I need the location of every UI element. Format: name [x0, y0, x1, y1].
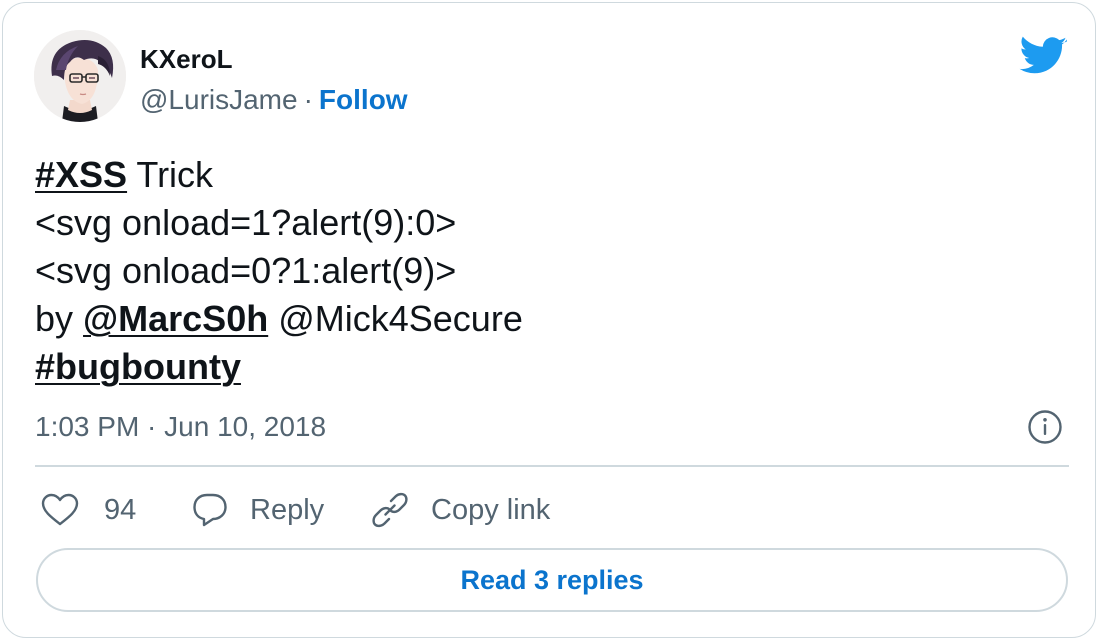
mention-text[interactable]: @Mick4Secure	[278, 298, 523, 339]
tweet-line: #bugbounty	[35, 343, 1055, 391]
tweet-line: <svg onload=0?1:alert(9)>	[35, 250, 457, 291]
follow-button[interactable]: Follow	[319, 84, 408, 115]
reply-label: Reply	[250, 493, 325, 526]
divider	[35, 465, 1069, 467]
tweet-text-segment: by	[35, 298, 84, 339]
hashtag-link[interactable]: #XSS	[35, 154, 127, 195]
avatar-image	[34, 30, 126, 122]
like-button[interactable]: 94	[41, 489, 136, 531]
author-handle[interactable]: @LurisJame	[140, 84, 298, 115]
tweet-text: #XSS Trick <svg onload=1?alert(9):0> <sv…	[35, 151, 1055, 391]
twitter-bird-icon[interactable]	[1019, 35, 1067, 75]
like-count: 94	[104, 493, 137, 526]
tweet-card: KXeroL @LurisJame · Follow #XSS Trick <svg…	[2, 2, 1096, 638]
tweet-line: <svg onload=1?alert(9):0>	[35, 202, 457, 243]
avatar[interactable]	[34, 30, 126, 122]
handle-separator: ·	[303, 84, 313, 115]
read-replies-button[interactable]: Read 3 replies	[36, 548, 1068, 612]
tweet-line: by @MarcS0h @Mick4Secure	[35, 295, 1055, 343]
tweet-text-segment: Trick	[127, 154, 214, 195]
copy-link-label: Copy link	[431, 493, 551, 526]
author-handle-line: @LurisJame · Follow	[140, 83, 408, 117]
tweet-timestamp[interactable]: 1:03 PM · Jun 10, 2018	[35, 409, 326, 445]
copy-link-button[interactable]: Copy link	[371, 489, 550, 531]
heart-icon	[41, 493, 79, 526]
speech-bubble-icon	[193, 493, 227, 527]
reply-button[interactable]: Reply	[192, 489, 324, 531]
mention-link[interactable]: @MarcS0h	[83, 298, 268, 339]
link-icon	[372, 492, 408, 528]
tweet-text-segment	[268, 298, 278, 339]
info-icon[interactable]	[1027, 409, 1063, 445]
author-name[interactable]: KXeroL	[140, 43, 232, 75]
tweet-line: #XSS Trick	[35, 151, 1055, 199]
hashtag-link[interactable]: #bugbounty	[35, 346, 241, 387]
